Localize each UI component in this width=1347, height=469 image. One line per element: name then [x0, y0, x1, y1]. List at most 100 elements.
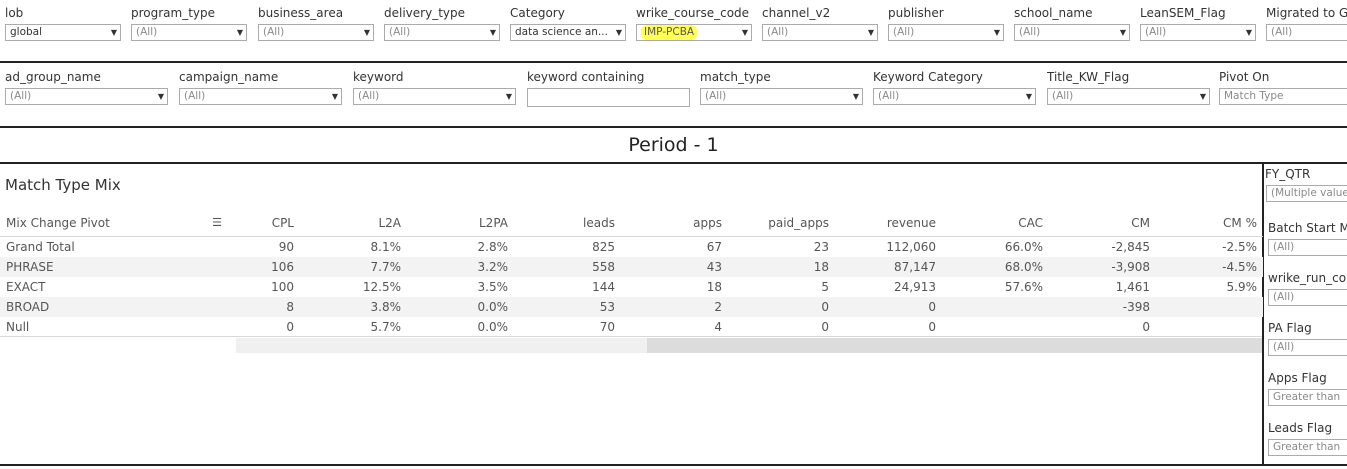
table-cell: 144: [592, 280, 615, 294]
period-title: Period - 1: [628, 134, 719, 156]
filter-dropdown[interactable]: (All) ▼: [1140, 24, 1256, 41]
filter-business-area: business_area (All) ▼: [258, 6, 376, 41]
table-cell: 57.6%: [1004, 280, 1043, 294]
table-cell: Grand Total: [6, 240, 75, 254]
column-header[interactable]: leads: [514, 210, 621, 237]
table-cell: 825: [592, 240, 615, 254]
dropdown-arrow-icon: ▼: [236, 28, 243, 37]
dropdown-arrow-icon: ▼: [1025, 92, 1032, 101]
side-filter-label: FY_QTR: [1265, 167, 1311, 181]
column-header[interactable]: L2PA: [407, 210, 514, 237]
side-filter-label: Apps Flag: [1268, 371, 1327, 385]
filter-dropdown[interactable]: (All) ▼: [1047, 88, 1210, 105]
table-cell: 0: [728, 297, 835, 317]
table-cell: Null: [6, 320, 30, 334]
filter-dropdown[interactable]: (All): [1266, 24, 1347, 41]
dropdown-arrow-icon: ▼: [1245, 28, 1252, 37]
divider: [0, 162, 1347, 164]
filter-ad-group-name: ad_group_name (All) ▼: [5, 70, 170, 105]
table-cell: [942, 297, 1049, 317]
filter-dropdown[interactable]: data science an... ▼: [510, 24, 626, 41]
table-cell: 3.2%: [407, 257, 514, 277]
filter-dropdown[interactable]: IMP-PCBA ▼: [636, 24, 752, 41]
table-row[interactable]: Null 0 5.7% 0.0% 70 4 0 0 0: [0, 317, 1263, 337]
column-header[interactable]: apps: [621, 210, 728, 237]
filter-label: keyword containing: [527, 70, 645, 84]
filter-dropdown[interactable]: (All) ▼: [179, 88, 342, 105]
side-filter-label: Batch Start M: [1268, 221, 1347, 235]
table-cell: 90: [278, 240, 294, 254]
section-title: Match Type Mix: [5, 176, 121, 194]
table-bottom-border: [0, 336, 1262, 337]
table-cell: 24,913: [894, 280, 936, 294]
table-row[interactable]: EXACT 100 12.5% 3.5% 144 18 5 24,913 57.…: [0, 277, 1263, 297]
filter-dropdown[interactable]: (All) ▼: [873, 88, 1036, 105]
side-filter-dropdown[interactable]: (Multiple values): [1266, 185, 1347, 202]
table-row[interactable]: PHRASE 106 7.7% 3.2% 558 43 18 87,147 68…: [0, 257, 1263, 277]
table-cell: 66.0%: [1004, 240, 1043, 254]
divider: [0, 61, 1347, 63]
side-filter-dropdown[interactable]: (All): [1268, 339, 1347, 356]
table-cell: -2,845: [1111, 240, 1150, 254]
column-header[interactable]: revenue: [835, 210, 942, 237]
filter-dropdown[interactable]: (All) ▼: [353, 88, 516, 105]
filter-publisher: publisher (All) ▼: [888, 6, 1006, 41]
filter-label: Keyword Category: [873, 70, 983, 84]
table-cell: 0.0%: [477, 320, 509, 334]
dropdown-arrow-icon: ▼: [741, 28, 748, 37]
filter-dropdown[interactable]: (All) ▼: [5, 88, 168, 105]
horizontal-scrollbar-thumb[interactable]: [647, 338, 1262, 353]
filter-label: Pivot On: [1219, 70, 1270, 84]
table-cell: 5.9%: [1226, 280, 1258, 294]
filter-wrike-course-code: wrike_course_code IMP-PCBA ▼: [636, 6, 756, 41]
filter-label: Migrated to G: [1266, 6, 1347, 20]
table-row[interactable]: Grand Total 90 8.1% 2.8% 825 67 23 112,0…: [0, 237, 1263, 258]
filter-label: business_area: [258, 6, 344, 20]
table-cell: 2: [621, 297, 728, 317]
filter-dropdown[interactable]: (All) ▼: [888, 24, 1004, 41]
table-cell: 8: [236, 297, 300, 317]
table-header-row: Mix Change Pivot ☰ CPL L2A L2PA leads ap…: [0, 210, 1263, 237]
table-row[interactable]: BROAD 8 3.8% 0.0% 53 2 0 0 -398: [0, 297, 1263, 317]
table-cell: 23: [813, 240, 829, 254]
table-cell: 0.0%: [407, 297, 514, 317]
filter-keyword-containing: keyword containing: [527, 70, 692, 107]
table-cell: 68.0%: [942, 257, 1049, 277]
filter-delivery-type: delivery_type (All) ▼: [384, 6, 502, 41]
side-filter-label: wrike_run_co: [1268, 271, 1347, 285]
filter-label: delivery_type: [384, 6, 465, 20]
table-cell: -2.5%: [1222, 240, 1257, 254]
column-header[interactable]: CM: [1049, 210, 1156, 237]
dropdown-arrow-icon: ▼: [157, 92, 164, 101]
column-header[interactable]: Mix Change Pivot ☰: [0, 210, 236, 237]
table-cell: 18: [728, 257, 835, 277]
filter-dropdown[interactable]: (All) ▼: [131, 24, 247, 41]
table-cell: 0: [835, 297, 942, 317]
sort-icon[interactable]: ☰: [212, 216, 222, 229]
side-filter-dropdown[interactable]: Greater than: [1268, 389, 1347, 406]
dropdown-arrow-icon: ▼: [505, 92, 512, 101]
filter-dropdown[interactable]: (All) ▼: [700, 88, 863, 105]
table-cell: 1,461: [1115, 280, 1150, 294]
keyword-containing-input[interactable]: [527, 88, 690, 107]
table-cell: 5: [821, 280, 829, 294]
side-filter-dropdown[interactable]: (All): [1268, 289, 1347, 306]
filter-dropdown[interactable]: (All) ▼: [384, 24, 500, 41]
table-cell: 3.5%: [477, 280, 509, 294]
table-cell: 12.5%: [362, 280, 401, 294]
column-header[interactable]: paid_apps: [728, 210, 835, 237]
dropdown-arrow-icon: ▼: [615, 28, 622, 37]
pivot-on-input[interactable]: Match Type: [1219, 88, 1347, 105]
filter-dropdown[interactable]: (All) ▼: [762, 24, 878, 41]
column-header[interactable]: CAC: [942, 210, 1049, 237]
filter-dropdown[interactable]: (All) ▼: [1014, 24, 1130, 41]
side-filter-label: Leads Flag: [1268, 421, 1333, 435]
column-header[interactable]: CM %: [1156, 210, 1263, 237]
filter-dropdown[interactable]: global ▼: [5, 24, 121, 41]
dropdown-arrow-icon: ▼: [993, 28, 1000, 37]
side-filter-dropdown[interactable]: (All): [1268, 239, 1347, 256]
column-header[interactable]: CPL: [236, 210, 300, 237]
side-filter-dropdown[interactable]: Greater than: [1268, 439, 1347, 456]
filter-dropdown[interactable]: (All) ▼: [258, 24, 374, 41]
column-header[interactable]: L2A: [300, 210, 407, 237]
